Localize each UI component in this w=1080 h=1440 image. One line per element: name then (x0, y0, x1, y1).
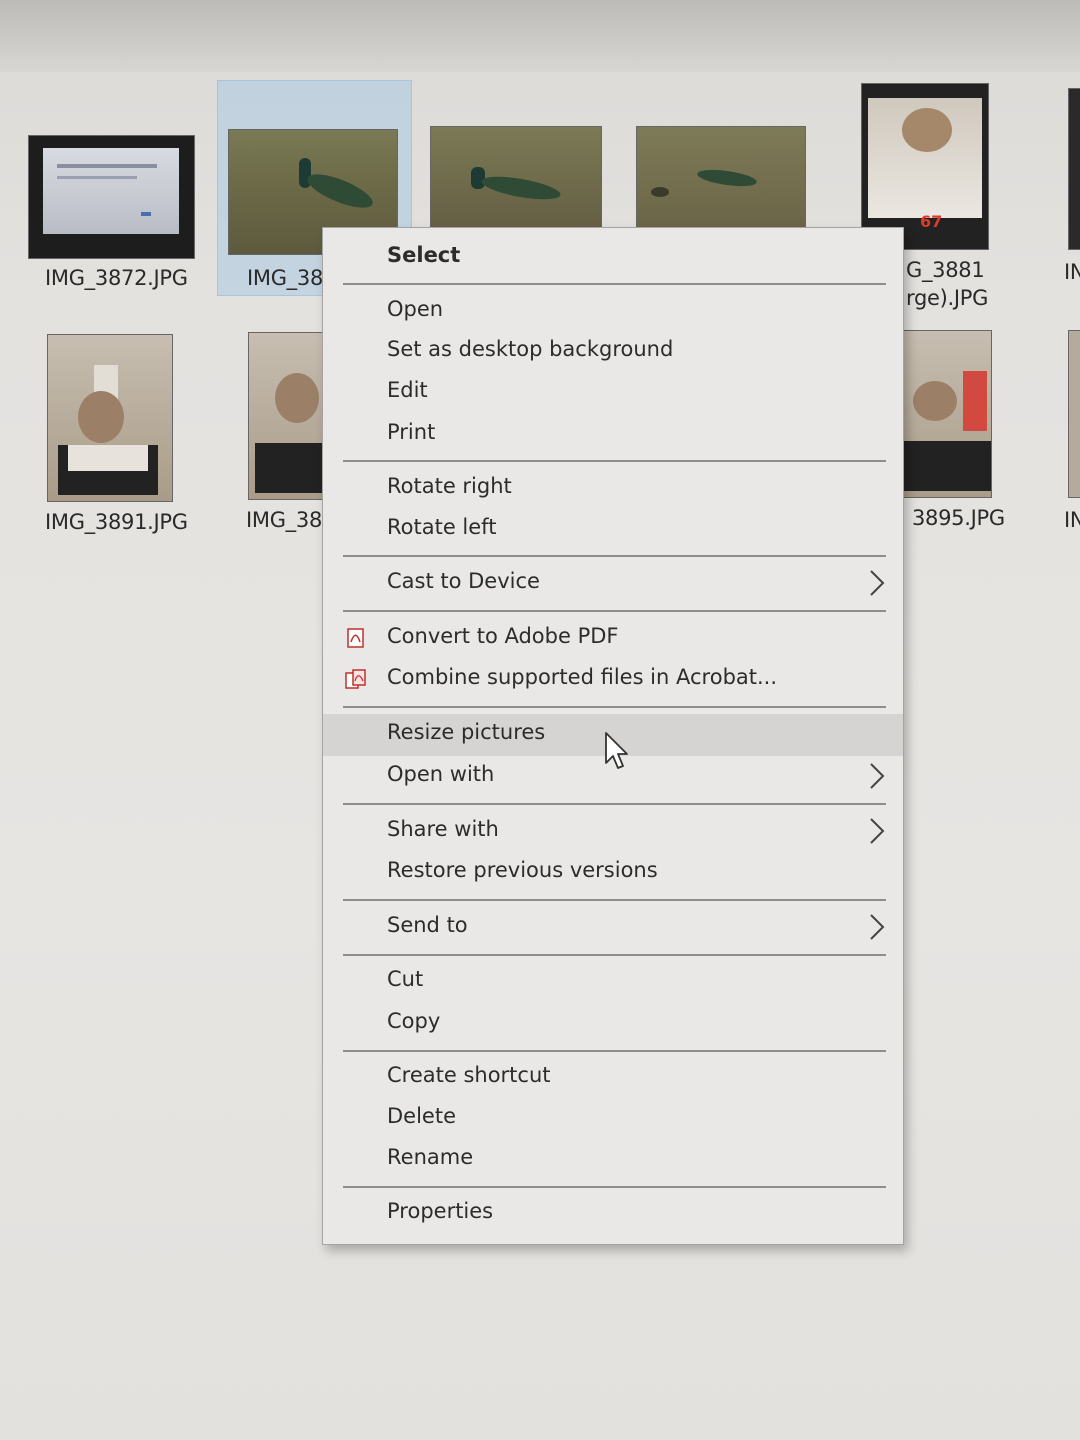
menu-item-send-to[interactable]: Send to (323, 907, 903, 947)
menu-item-select[interactable]: Select (323, 237, 903, 277)
menu-item-print[interactable]: Print (323, 414, 903, 454)
menu-item-label: Edit (387, 378, 428, 402)
thumbnail-monitor (28, 135, 195, 259)
thumbnail-peacock (636, 126, 806, 228)
menu-item-label: Share with (387, 817, 499, 841)
thumbnail-chick-on-scale (47, 334, 173, 502)
menu-separator (343, 899, 886, 901)
menu-item-label: Rotate right (387, 474, 512, 498)
window-top-area (0, 0, 1080, 72)
chevron-right-icon (870, 818, 885, 844)
menu-item-label: Convert to Adobe PDF (387, 624, 619, 648)
menu-item-label: Delete (387, 1104, 456, 1128)
menu-item-delete[interactable]: Delete (323, 1098, 903, 1138)
menu-item-copy[interactable]: Copy (323, 1003, 903, 1043)
menu-item-combine-in-acrobat[interactable]: Combine supported files in Acrobat... (323, 659, 903, 699)
chevron-right-icon (870, 570, 885, 596)
menu-item-label: Copy (387, 1009, 441, 1033)
menu-item-label: Print (387, 420, 436, 444)
menu-separator (343, 1050, 886, 1052)
menu-item-restore-previous-versions[interactable]: Restore previous versions (323, 852, 903, 892)
menu-item-label: Open with (387, 762, 495, 786)
menu-item-label: Open (387, 297, 444, 321)
menu-item-properties[interactable]: Properties (323, 1193, 903, 1233)
file-label: G_3881 (906, 258, 985, 282)
mouse-pointer-icon (605, 732, 628, 769)
chevron-right-icon (870, 763, 885, 789)
menu-item-label: Combine supported files in Acrobat... (387, 665, 778, 689)
menu-separator (343, 706, 886, 708)
menu-item-share-with[interactable]: Share with (323, 811, 903, 851)
file-label: IMG_38 (247, 266, 324, 290)
menu-item-label: Resize pictures (387, 720, 546, 744)
thumbnail-partial (1068, 330, 1080, 498)
thumbnail-partial (1068, 88, 1080, 250)
file-label: 3895.JPG (912, 506, 1005, 530)
menu-item-label: Cast to Device (387, 569, 540, 593)
acrobat-combine-icon (345, 669, 366, 689)
file-label: IMG_38 (246, 508, 323, 532)
menu-separator (343, 803, 886, 805)
thumbnail-chick-on-scale: 67 (861, 83, 989, 250)
menu-item-set-desktop-background[interactable]: Set as desktop background (323, 331, 903, 371)
menu-separator (343, 460, 886, 462)
menu-separator (343, 1186, 886, 1188)
thumbnail-peacock (430, 126, 602, 228)
menu-item-rename[interactable]: Rename (323, 1139, 903, 1179)
menu-item-label: Restore previous versions (387, 858, 658, 882)
file-label: IMG_3872.JPG (45, 266, 188, 290)
menu-item-cast-to-device[interactable]: Cast to Device (323, 563, 903, 603)
thumbnail-chick-on-scale (902, 330, 992, 498)
menu-item-label: Cut (387, 967, 424, 991)
menu-item-label: Rename (387, 1145, 474, 1169)
menu-item-convert-to-adobe-pdf[interactable]: Convert to Adobe PDF (323, 618, 903, 658)
menu-item-open[interactable]: Open (323, 291, 903, 331)
menu-item-rotate-left[interactable]: Rotate left (323, 509, 903, 549)
menu-item-cut[interactable]: Cut (323, 961, 903, 1001)
file-label: IMG_3891.JPG (45, 510, 188, 534)
menu-item-label: Create shortcut (387, 1063, 551, 1087)
menu-separator (343, 954, 886, 956)
thumbnail-chick-on-scale (248, 332, 326, 500)
file-label: IN (1064, 508, 1080, 532)
menu-separator (343, 610, 886, 612)
adobe-pdf-icon (347, 628, 364, 648)
menu-separator (343, 283, 886, 285)
menu-item-create-shortcut[interactable]: Create shortcut (323, 1057, 903, 1097)
menu-item-edit[interactable]: Edit (323, 372, 903, 412)
menu-item-label: Select (387, 243, 461, 267)
file-label: IN (1064, 260, 1080, 284)
menu-item-rotate-right[interactable]: Rotate right (323, 468, 903, 508)
menu-item-label: Set as desktop background (387, 337, 674, 361)
chevron-right-icon (870, 914, 885, 940)
menu-item-label: Properties (387, 1199, 494, 1223)
menu-item-label: Send to (387, 913, 468, 937)
file-label: rge).JPG (906, 286, 989, 310)
menu-separator (343, 555, 886, 557)
scale-display: 67 (920, 212, 943, 231)
menu-item-label: Rotate left (387, 515, 497, 539)
